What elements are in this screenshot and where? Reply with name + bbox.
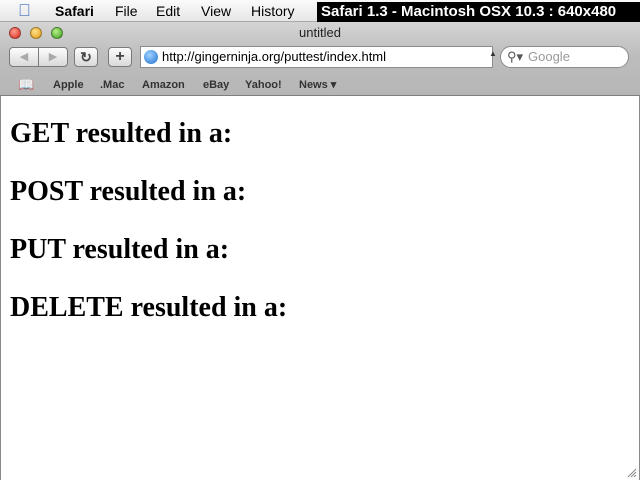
back-button[interactable]: ◀: [9, 47, 39, 67]
bookmark-news-menu[interactable]: News ▾: [299, 75, 336, 95]
add-bookmark-button[interactable]: +: [108, 47, 132, 67]
put-heading: PUT resulted in a:: [10, 234, 230, 265]
reload-icon: ↻: [80, 49, 92, 65]
forward-arrow-icon: ▶: [48, 51, 58, 63]
forward-button[interactable]: ▶: [38, 47, 68, 67]
plus-icon: +: [115, 48, 125, 65]
reload-button[interactable]: ↻: [74, 47, 98, 67]
menu-file[interactable]: File: [115, 0, 138, 22]
snapback-icon[interactable]: ▲: [489, 49, 497, 58]
get-heading: GET resulted in a:: [10, 118, 233, 149]
menu-edit[interactable]: Edit: [156, 0, 180, 22]
menu-history[interactable]: History: [251, 0, 295, 22]
delete-heading: DELETE resulted in a:: [10, 292, 288, 323]
url-text: http://gingerninja.org/puttest/index.htm…: [162, 49, 387, 64]
globe-icon: [144, 50, 158, 64]
resize-grip-icon[interactable]: [625, 466, 637, 478]
bookmark-amazon[interactable]: Amazon: [142, 75, 185, 95]
back-arrow-icon: ◀: [19, 51, 29, 63]
bookmark-mac[interactable]: .Mac: [100, 75, 124, 95]
bookmark-ebay[interactable]: eBay: [203, 75, 229, 95]
menu-view[interactable]: View: [201, 0, 231, 22]
menu-safari[interactable]: Safari: [55, 0, 94, 22]
window-chrome: untitled ◀ ▶ ↻ + http://gingerninja.org/…: [0, 22, 640, 96]
bookmarks-bar: 📖 Apple .Mac Amazon eBay Yahoo! News ▾: [0, 75, 640, 95]
resolution-banner: Safari 1.3 - Macintosh OSX 10.3 : 640x48…: [317, 2, 640, 22]
page-content: GET resulted in a: POST resulted in a: P…: [0, 96, 640, 480]
bookmark-apple[interactable]: Apple: [53, 75, 84, 95]
bookmarks-book-icon[interactable]: 📖: [18, 75, 34, 95]
search-placeholder: Google: [528, 49, 570, 64]
post-heading: POST resulted in a:: [10, 176, 247, 207]
menu-bar:  Safari File Edit View History Safari 1…: [0, 0, 640, 22]
google-search-field[interactable]: ⚲▾ Google: [500, 46, 629, 68]
address-field[interactable]: http://gingerninja.org/puttest/index.htm…: [140, 46, 493, 68]
bookmark-yahoo[interactable]: Yahoo!: [245, 75, 282, 95]
window-title: untitled: [299, 25, 341, 40]
apple-menu-icon[interactable]: : [18, 0, 31, 22]
search-icon: ⚲▾: [507, 49, 524, 64]
